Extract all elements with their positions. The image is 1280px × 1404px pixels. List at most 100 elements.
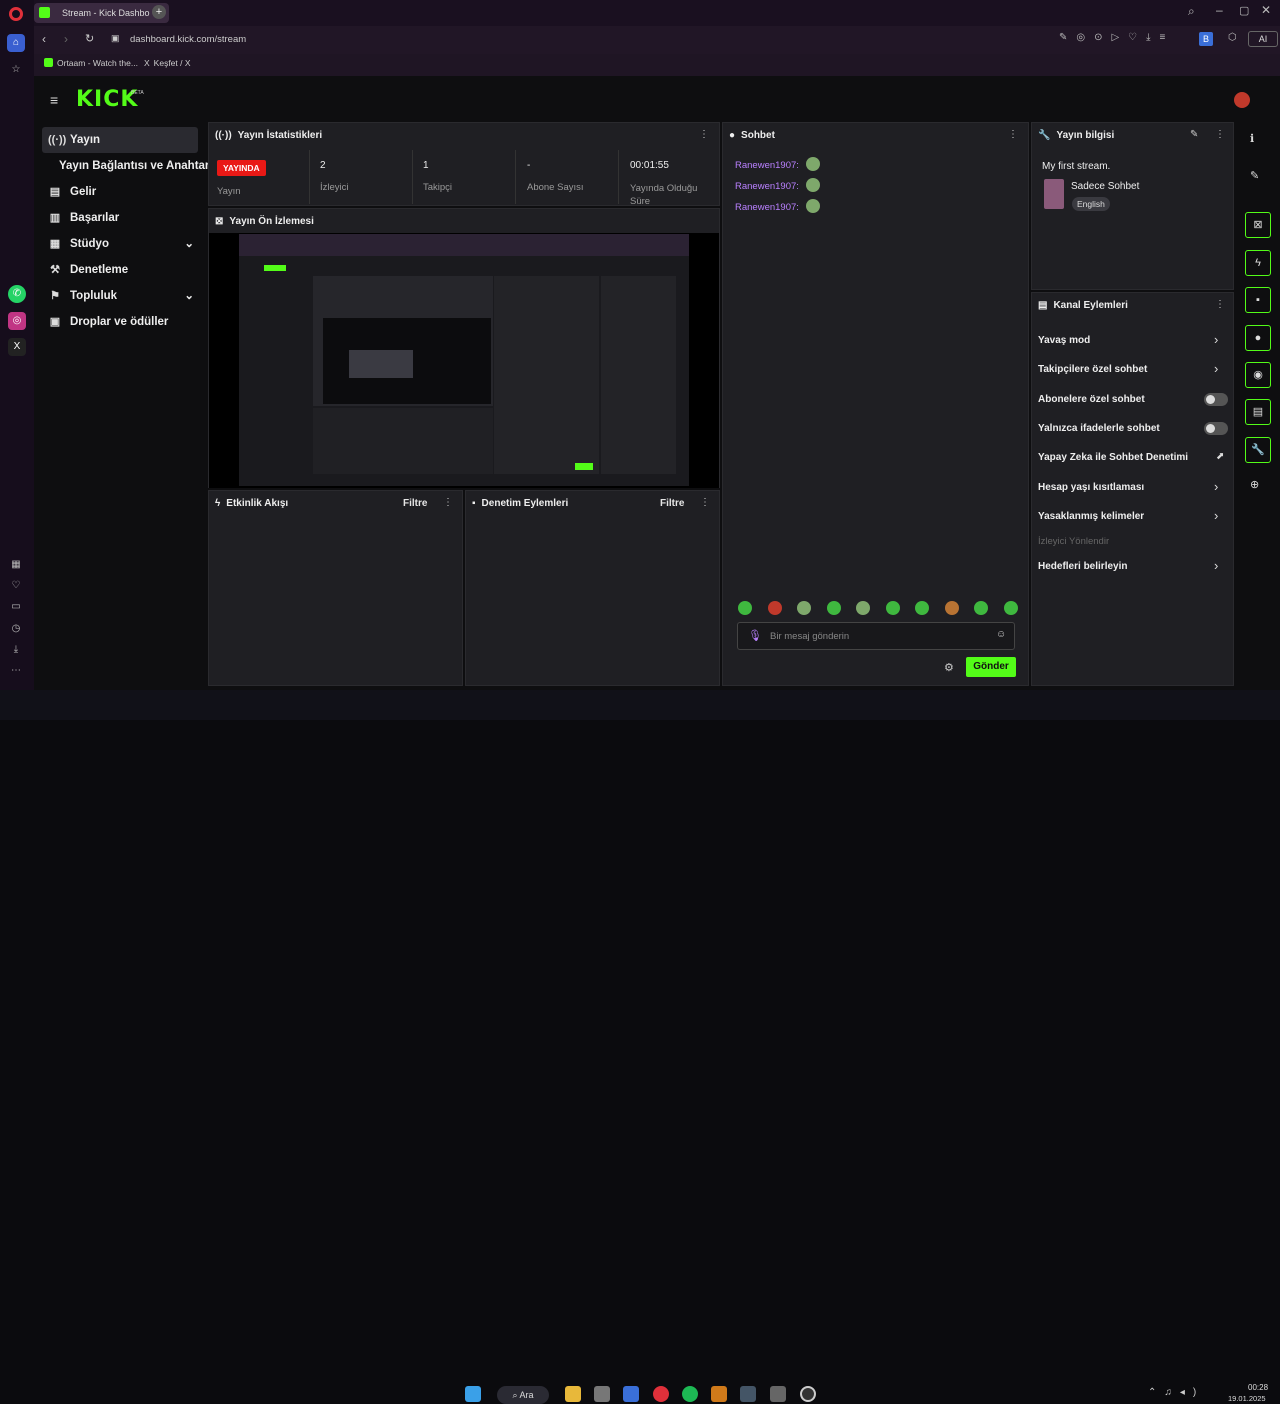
action-ai-moderation[interactable]: Yapay Zeka ile Sohbet Denetimi xyxy=(1038,452,1188,463)
emote-icon[interactable] xyxy=(856,601,871,615)
home-icon[interactable]: ⌂ xyxy=(7,34,25,52)
mic-icon[interactable]: 🎙 xyxy=(748,629,762,642)
sidebar-item-topluluk[interactable]: ⚑ Topluluk ⌄ xyxy=(42,283,198,309)
more-icon[interactable]: ⋮ xyxy=(700,497,710,508)
info-toggle-icon[interactable]: 🔧 xyxy=(1245,437,1271,463)
sidebar-item-basarilar[interactable]: ▥ Başarılar xyxy=(42,205,198,231)
modlog-filter-button[interactable]: Filtre xyxy=(660,498,684,509)
chart-icon[interactable]: ⬈ xyxy=(1216,451,1224,462)
activity-toggle-icon[interactable]: ϟ xyxy=(1245,250,1271,276)
emoji-picker-icon[interactable]: ☺ xyxy=(996,629,1006,640)
emote-icon[interactable] xyxy=(885,601,900,615)
chevron-right-icon[interactable]: › xyxy=(1214,508,1218,523)
more-icon[interactable]: ⋮ xyxy=(1215,129,1225,140)
activity-filter-button[interactable]: Filtre xyxy=(403,498,427,509)
x-icon[interactable]: X xyxy=(8,338,26,356)
sidebar-item-studyo[interactable]: ▦ Stüdyo ⌄ xyxy=(42,231,198,257)
taskbar-search[interactable]: ⌕ Ara xyxy=(497,1386,549,1404)
bookmark-kick[interactable]: Ortaam - Watch the... xyxy=(44,58,138,68)
chat-username[interactable]: Ranewen1907: xyxy=(735,181,799,192)
send-button[interactable]: Gönder xyxy=(966,657,1016,677)
emote-icon[interactable] xyxy=(915,601,930,615)
mail-icon[interactable] xyxy=(623,1386,639,1402)
more-icon[interactable]: ⋮ xyxy=(443,497,453,508)
chevron-right-icon[interactable]: › xyxy=(1214,558,1218,573)
heart-icon[interactable]: ♡ xyxy=(7,577,25,595)
clock-time[interactable]: 00:28 xyxy=(1248,1383,1268,1392)
file-explorer-icon[interactable] xyxy=(565,1386,581,1402)
search-tabs-icon[interactable]: ⌕ xyxy=(1188,4,1195,19)
emote-icon[interactable] xyxy=(826,601,841,615)
chevron-right-icon[interactable]: › xyxy=(1214,479,1218,494)
sidebar-item-denetleme[interactable]: ⚒ Denetleme xyxy=(42,257,198,283)
browser-tab[interactable]: Stream - Kick Dashbo xyxy=(34,3,169,23)
avatar[interactable] xyxy=(1234,92,1250,108)
sidebar-item-droplar[interactable]: ▣ Droplar ve ödüller xyxy=(42,309,198,335)
edit-icon[interactable]: ✎ xyxy=(1190,129,1198,140)
whatsapp-icon[interactable]: ✆ xyxy=(8,285,26,303)
subscribers-only-toggle[interactable] xyxy=(1204,393,1228,406)
opera-icon[interactable] xyxy=(653,1386,669,1402)
stats-toggle-icon[interactable]: ◉ xyxy=(1245,362,1271,388)
settings-icon[interactable]: ⚙ xyxy=(944,661,954,674)
reload-icon[interactable]: ↻ xyxy=(85,32,94,45)
more-icon[interactable]: ⋮ xyxy=(1215,299,1225,310)
more-icon[interactable]: ⋮ xyxy=(1008,129,1018,140)
editor-icon[interactable] xyxy=(711,1386,727,1402)
action-slow-mode[interactable]: Yavaş mod xyxy=(1038,335,1090,346)
tray-icons[interactable]: ⌃♫◂) xyxy=(1148,1387,1204,1398)
spotify-icon[interactable] xyxy=(682,1386,698,1402)
info-icon[interactable]: ℹ xyxy=(1250,132,1254,145)
category-name[interactable]: Sadece Sohbet xyxy=(1071,181,1139,192)
history-icon[interactable]: ◷ xyxy=(7,620,25,638)
chat-message[interactable]: Ranewen1907: xyxy=(735,197,821,215)
chat-message[interactable]: Ranewen1907: xyxy=(735,155,821,173)
chat-toggle-icon[interactable]: ● xyxy=(1245,325,1271,351)
more-icon[interactable]: ⋯ xyxy=(7,662,25,680)
download-icon[interactable]: ⤓ xyxy=(7,641,25,659)
star-icon[interactable]: ☆ xyxy=(7,61,25,79)
emote-icon[interactable] xyxy=(974,601,989,615)
action-set-goals[interactable]: Hedefleri belirleyin xyxy=(1038,561,1127,572)
sidebar-item-yayin[interactable]: ((·)) Yayın xyxy=(42,127,198,153)
close-icon[interactable]: ✕ xyxy=(1261,3,1271,17)
new-tab-button[interactable]: + xyxy=(152,5,166,19)
steam-icon[interactable] xyxy=(740,1386,756,1402)
clock-date[interactable]: 19.01.2025 xyxy=(1228,1394,1266,1403)
preview-toggle-icon[interactable]: ⊠ xyxy=(1245,212,1271,238)
chat-username[interactable]: Ranewen1907: xyxy=(735,202,799,213)
more-icon[interactable]: ⋮ xyxy=(699,129,709,140)
chevron-right-icon[interactable]: › xyxy=(1214,361,1218,376)
chevron-right-icon[interactable]: › xyxy=(1214,332,1218,347)
sidebar-item-gelir[interactable]: ▤ Gelir xyxy=(42,179,198,205)
emotes-only-toggle[interactable] xyxy=(1204,422,1228,435)
emote-icon[interactable] xyxy=(738,601,752,615)
edit-icon[interactable]: ✎ xyxy=(1250,169,1259,182)
emote-icon[interactable] xyxy=(944,601,959,615)
profile-badge[interactable]: B xyxy=(1199,32,1213,46)
extension-icons[interactable]: ✎◎⊙▷♡⤓≡ xyxy=(1059,32,1174,43)
grid-icon[interactable]: ▦ xyxy=(7,556,25,574)
forward-icon[interactable]: › xyxy=(64,32,68,46)
messages-icon[interactable]: ▭ xyxy=(7,598,25,616)
emote-icon[interactable] xyxy=(797,601,812,615)
opera-logo-icon[interactable] xyxy=(9,7,23,21)
sidebar-item-stream-key[interactable]: Yayın Bağlantısı ve Anahtarı xyxy=(42,153,213,179)
instagram-icon[interactable]: ◎ xyxy=(8,312,26,330)
calculator-icon[interactable] xyxy=(770,1386,786,1402)
emote-icon[interactable] xyxy=(767,601,782,615)
back-icon[interactable]: ‹ xyxy=(42,32,46,46)
action-account-age[interactable]: Hesap yaşı kısıtlaması xyxy=(1038,482,1144,493)
emote-icon[interactable] xyxy=(1003,601,1018,615)
action-banned-words[interactable]: Yasaklanmış kelimeler xyxy=(1038,511,1144,522)
minimize-icon[interactable]: – xyxy=(1216,3,1223,17)
stream-preview-video[interactable] xyxy=(209,233,719,488)
modlog-toggle-icon[interactable]: ▪ xyxy=(1245,287,1271,313)
maximize-icon[interactable]: ▢ xyxy=(1239,4,1249,17)
windows-start-icon[interactable] xyxy=(465,1386,481,1402)
actions-toggle-icon[interactable]: ▤ xyxy=(1245,399,1271,425)
url-field[interactable]: dashboard.kick.com/stream xyxy=(130,34,246,45)
chat-input[interactable]: 🎙 Bir mesaj gönderin ☺ xyxy=(737,622,1015,650)
bookmark-x[interactable]: X Keşfet / X xyxy=(144,58,191,68)
kick-logo[interactable]: KICK xyxy=(76,87,138,112)
